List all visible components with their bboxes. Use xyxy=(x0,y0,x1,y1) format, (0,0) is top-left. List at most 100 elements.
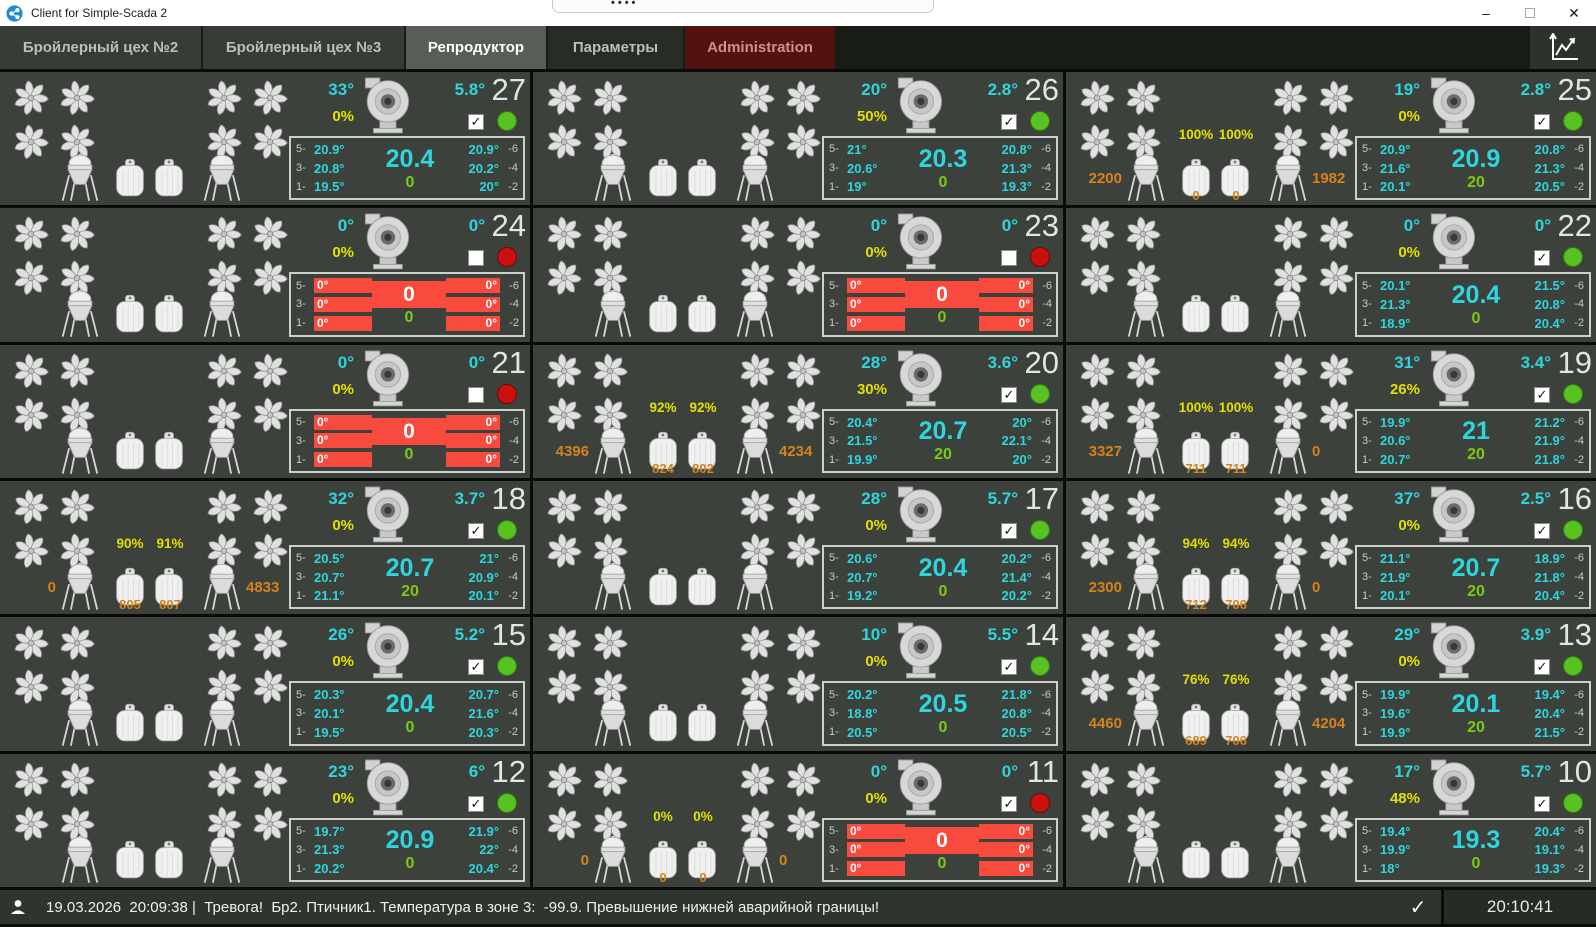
secondary-temp-value: 6° xyxy=(425,762,485,782)
outside-temp-value: 33° xyxy=(288,80,354,100)
zone-checkbox[interactable]: ✓ xyxy=(1534,250,1550,266)
zone-temps-left: 5-20.5° 3-20.7° 1-21.1° xyxy=(296,549,378,605)
house-number: 11 xyxy=(1019,754,1059,790)
maximize-button[interactable] xyxy=(1508,0,1552,26)
feed-hopper-icon xyxy=(1126,287,1166,339)
check-icon: ✓ xyxy=(1002,660,1016,674)
zone-checkbox[interactable]: ✓ xyxy=(1534,659,1550,675)
blower-icon xyxy=(360,484,414,544)
house-panel[interactable]: 28° 0% 5.7° 17 ✓ 5-20.6° 3-20.7° 1-19.2°… xyxy=(533,481,1063,614)
zone-temp-value: 20.2° xyxy=(847,687,878,702)
zone-temp-value: 21° xyxy=(847,142,867,157)
status-light-icon xyxy=(497,111,517,131)
fan-icon xyxy=(738,761,776,799)
check-icon: ✓ xyxy=(1002,388,1016,402)
trends-button[interactable] xyxy=(1530,26,1596,69)
fan-icon xyxy=(784,259,822,297)
average-temp-block: 20.7 20 xyxy=(378,549,442,605)
tab-administration[interactable]: Administration xyxy=(685,26,835,69)
zone-checkbox[interactable]: ✓ xyxy=(1001,523,1017,539)
zone-temp-value: 18.9° xyxy=(1534,551,1565,566)
house-panel[interactable]: 0° 0% 0° 21 5-0° 3-0° 1-0° 0 0 0°-6 0°-4… xyxy=(0,345,530,478)
feed-hopper-icon xyxy=(202,560,242,612)
house-panel[interactable]: 100% 100% 2200 0 0 1982 19° 0% 2.8° 25 ✓… xyxy=(1066,72,1596,205)
zone-temp-value: 21.3° xyxy=(1534,161,1565,176)
zone-temp-value: 20.8° xyxy=(1001,142,1032,157)
ventilation-percent-value: 0% xyxy=(288,108,354,125)
house-number: 26 xyxy=(1019,72,1059,108)
house-panel[interactable]: 10° 0% 5.5° 14 ✓ 5-20.2° 3-18.8° 1-20.5°… xyxy=(533,617,1063,750)
zone-checkbox[interactable]: ✓ xyxy=(1001,796,1017,812)
house-panel[interactable]: 20° 50% 2.8° 26 ✓ 5-21° 3-20.6° 1-19° 20… xyxy=(533,72,1063,205)
zone-checkbox[interactable]: ✓ xyxy=(468,114,484,130)
average-temp-block: 20.3 0 xyxy=(911,140,975,196)
house-panel[interactable]: 33° 0% 5.8° 27 ✓ 5-20.9° 3-20.8° 1-19.5°… xyxy=(0,72,530,205)
silo-counter: 706 xyxy=(1208,597,1264,612)
fan-icon xyxy=(784,352,822,390)
zone-checkbox[interactable]: ✓ xyxy=(1534,523,1550,539)
check-icon: ✓ xyxy=(469,797,483,811)
blower-icon xyxy=(360,211,414,271)
fan-icon xyxy=(1124,488,1162,526)
house-panel[interactable]: 17° 48% 5.7° 10 ✓ 5-19.4° 3-19.9° 1-18° … xyxy=(1066,754,1596,887)
zone-checkbox[interactable]: ✓ xyxy=(1001,659,1017,675)
tab-parameters[interactable]: Параметры xyxy=(548,26,683,69)
house-panel[interactable]: 26° 0% 5.2° 15 ✓ 5-20.3° 3-20.1° 1-19.5°… xyxy=(0,617,530,750)
zone-checkbox[interactable] xyxy=(468,250,484,266)
silo-icon xyxy=(153,156,185,200)
zone-temp-value: 0° xyxy=(314,278,372,293)
feed-hopper-icon xyxy=(1126,560,1166,612)
house-panel[interactable]: 90% 91% 0 805 807 4833 32° 0% 3.7° 18 ✓ … xyxy=(0,481,530,614)
house-panel[interactable]: 94% 94% 2300 712 706 0 37° 0% 2.5° 16 ✓ … xyxy=(1066,481,1596,614)
secondary-temp-value: 5.5° xyxy=(958,625,1018,645)
house-panel[interactable]: 0° 0% 0° 23 5-0° 3-0° 1-0° 0 0 0°-6 0°-4… xyxy=(533,208,1063,341)
zone-checkbox[interactable] xyxy=(468,387,484,403)
zone-temps-right: 0°-6 0°-4 0°-2 xyxy=(446,276,519,332)
blower-icon xyxy=(360,620,414,680)
house-panel[interactable]: 100% 100% 3327 711 711 0 31° 26% 3.4° 19… xyxy=(1066,345,1596,478)
user-icon[interactable] xyxy=(0,890,36,924)
zone-temp-value: 0° xyxy=(979,824,1033,839)
zone-temp-value: 20.6° xyxy=(1380,433,1411,448)
zone-checkbox[interactable]: ✓ xyxy=(1001,114,1017,130)
fan-icon xyxy=(12,668,50,706)
tab-broiler-shop-3[interactable]: Бройлерный цех №3 xyxy=(203,26,404,69)
minimize-button[interactable]: – xyxy=(1464,0,1508,26)
house-panel[interactable]: 76% 76% 4460 689 706 4204 29° 0% 3.9° 13… xyxy=(1066,617,1596,750)
house-panel[interactable]: 0° 0% 0° 22 ✓ 5-20.1° 3-21.3° 1-18.9° 20… xyxy=(1066,208,1596,341)
zone-checkbox[interactable]: ✓ xyxy=(468,523,484,539)
zone-checkbox[interactable]: ✓ xyxy=(1534,387,1550,403)
ack-alarm-button[interactable]: ✓ xyxy=(1395,890,1441,924)
tab-broiler-shop-2[interactable]: Бройлерный цех №2 xyxy=(0,26,201,69)
house-panel[interactable]: 0% 0% 0 0 0 0 0° 0% 0° 11 ✓ 5-0° 3-0° 1-… xyxy=(533,754,1063,887)
feed-hopper-icon xyxy=(735,424,775,476)
zone-checkbox[interactable]: ✓ xyxy=(1001,387,1017,403)
tab-reproducer[interactable]: Репродуктор xyxy=(406,26,546,69)
outside-temp-value: 10° xyxy=(821,625,887,645)
zone-temp-value: 20.8° xyxy=(314,161,345,176)
fan-icon xyxy=(784,123,822,161)
close-button[interactable]: ✕ xyxy=(1552,0,1596,26)
zone-checkbox[interactable]: ✓ xyxy=(468,796,484,812)
zone-temps-right: 20.8°-6 21.3°-4 19.3°-2 xyxy=(975,140,1051,196)
zone-checkbox[interactable]: ✓ xyxy=(1534,796,1550,812)
zone-temp-value: 20.1° xyxy=(1380,179,1411,194)
zone-temp-value: 19.9° xyxy=(847,452,878,467)
silo-icon xyxy=(153,292,185,336)
zone-temps-right: 20.7°-6 21.6°-4 20.3°-2 xyxy=(442,685,518,741)
titlebar-notch[interactable]: •••• xyxy=(552,0,934,13)
house-number: 20 xyxy=(1019,345,1059,381)
house-panel[interactable]: 23° 0% 6° 12 ✓ 5-19.7° 3-21.3° 1-20.2° 2… xyxy=(0,754,530,887)
check-icon: ✓ xyxy=(1535,797,1549,811)
fan-icon xyxy=(545,79,583,117)
zone-temp-value: 21.9° xyxy=(1380,570,1411,585)
zone-checkbox[interactable] xyxy=(1001,250,1017,266)
zone-checkbox[interactable]: ✓ xyxy=(468,659,484,675)
silo-level-percent: 100% xyxy=(1208,127,1264,142)
status-light-icon xyxy=(497,656,517,676)
house-panel[interactable]: 92% 92% 4396 824 802 4234 28° 30% 3.6° 2… xyxy=(533,345,1063,478)
zone-temps-right: 20.2°-6 21.4°-4 20.2°-2 xyxy=(975,549,1051,605)
feed-hopper-icon xyxy=(593,696,633,748)
zone-checkbox[interactable]: ✓ xyxy=(1534,114,1550,130)
house-panel[interactable]: 0° 0% 0° 24 5-0° 3-0° 1-0° 0 0 0°-6 0°-4… xyxy=(0,208,530,341)
